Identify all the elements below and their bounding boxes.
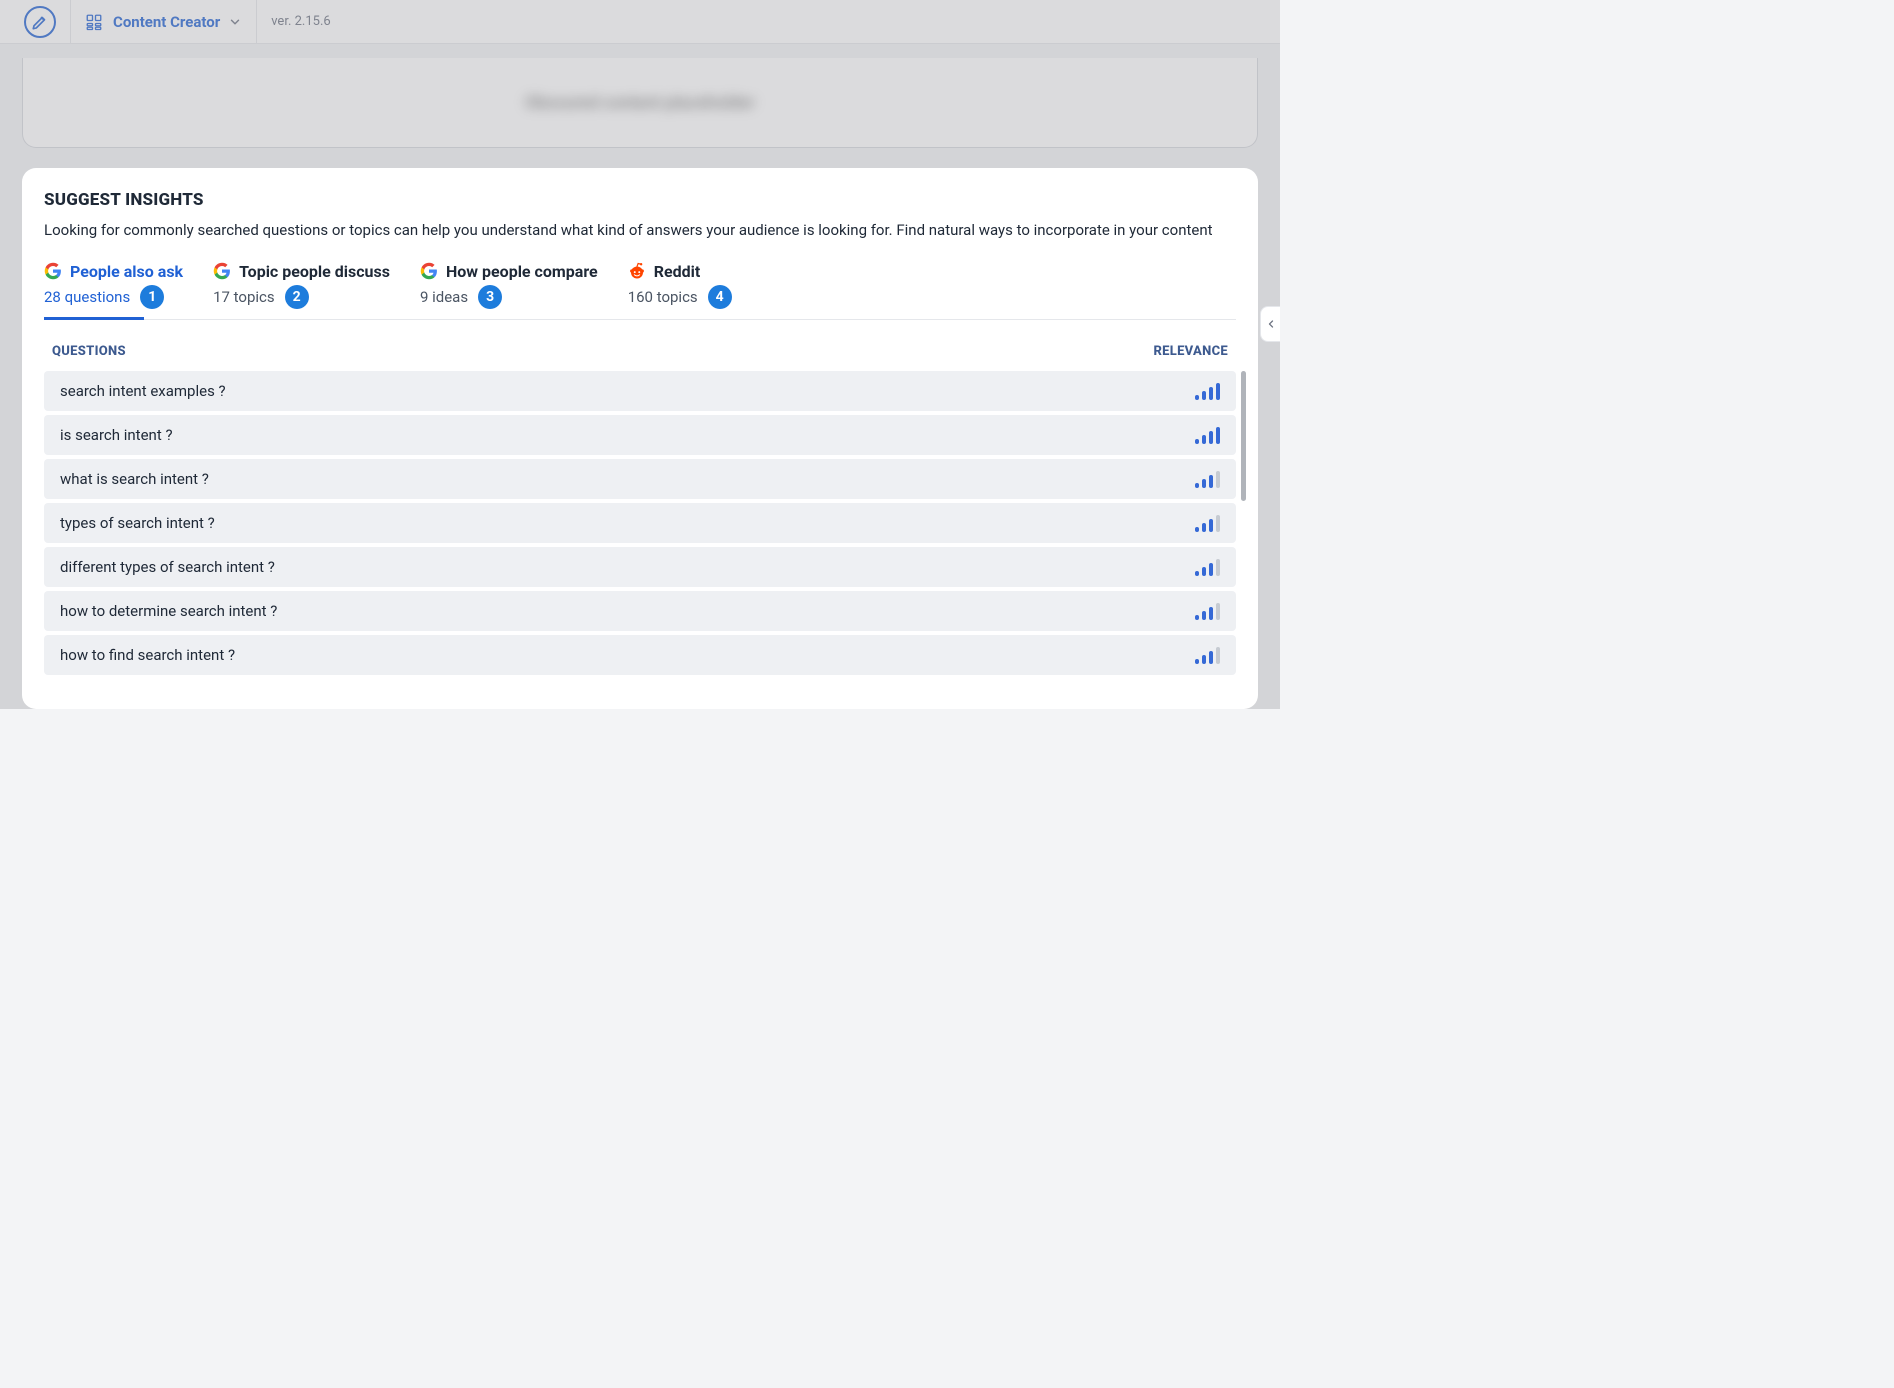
relevance-bars [1195,646,1220,664]
scrollbar[interactable] [1241,371,1246,501]
col-relevance: RELEVANCE [1153,344,1228,359]
question-row[interactable]: how to determine search intent ? [44,591,1236,631]
question-text: what is search intent ? [60,470,209,488]
question-text: how to find search intent ? [60,646,235,664]
relevance-bars [1195,602,1220,620]
obscured-text: Obscured content placeholder [525,93,755,113]
questions-list: search intent examples ? is search inten… [44,371,1236,675]
app-header: Content Creator ver. 2.15.6 [0,0,1280,44]
relevance-bars [1195,470,1220,488]
question-row[interactable]: search intent examples ? [44,371,1236,411]
tab-badge: 2 [285,285,309,309]
tab-how-people-compare[interactable]: How people compare 9 ideas 3 [420,262,598,319]
question-row[interactable]: different types of search intent ? [44,547,1236,587]
question-text: search intent examples ? [60,382,226,400]
tab-label: Topic people discuss [239,262,390,281]
question-text: types of search intent ? [60,514,215,532]
tab-label: How people compare [446,262,598,281]
tab-reddit[interactable]: Reddit 160 topics 4 [628,262,732,319]
tab-count: 9 ideas [420,288,468,306]
collapse-handle[interactable] [1260,306,1280,342]
tab-people-also-ask[interactable]: People also ask 28 questions 1 [44,262,183,319]
app-logo-icon [24,6,56,38]
tab-count: 17 topics [213,288,275,306]
relevance-bars [1195,382,1220,400]
question-row[interactable]: how to find search intent ? [44,635,1236,675]
tab-topic-people-discuss[interactable]: Topic people discuss 17 topics 2 [213,262,390,319]
tab-label: People also ask [70,262,183,281]
col-questions: QUESTIONS [52,344,126,359]
question-row[interactable]: types of search intent ? [44,503,1236,543]
panel-description: Looking for commonly searched questions … [44,220,1236,242]
tab-badge: 1 [140,285,164,309]
tab-badge: 4 [708,285,732,309]
tab-label: Reddit [654,262,701,281]
question-text: how to determine search intent ? [60,602,277,620]
chevron-down-icon [228,15,242,29]
grid-icon [85,13,103,31]
chevron-left-icon [1265,318,1277,330]
panel-title: SUGGEST INSIGHTS [44,190,1236,210]
question-row[interactable]: what is search intent ? [44,459,1236,499]
app-logo-cell[interactable] [10,0,71,44]
relevance-bars [1195,514,1220,532]
relevance-bars [1195,426,1220,444]
insight-tabs: People also ask 28 questions 1 Topic peop… [44,262,1236,320]
relevance-bars [1195,558,1220,576]
suggest-insights-panel: SUGGEST INSIGHTS Looking for commonly se… [22,168,1258,709]
app-switcher[interactable]: Content Creator [71,0,257,44]
question-text: is search intent ? [60,426,173,444]
top-card: Obscured content placeholder [22,58,1258,148]
question-text: different types of search intent ? [60,558,275,576]
version-cell: ver. 2.15.6 [257,0,344,44]
question-row[interactable]: is search intent ? [44,415,1236,455]
tab-count: 160 topics [628,288,698,306]
app-title: Content Creator [113,13,220,31]
app-version: ver. 2.15.6 [271,14,330,29]
tab-count: 28 questions [44,288,130,306]
tab-badge: 3 [478,285,502,309]
